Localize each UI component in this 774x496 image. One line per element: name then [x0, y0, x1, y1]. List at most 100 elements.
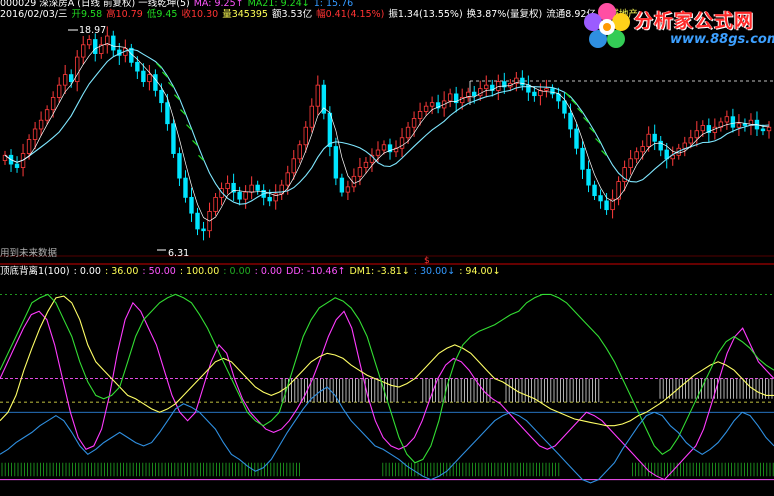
candle-body: [598, 195, 603, 202]
header-1-item-1: MA: 9.25↑: [193, 0, 244, 9]
candle-body: [62, 74, 68, 86]
candle-body: [68, 74, 74, 83]
candle-body: [171, 123, 176, 154]
candle-body: [81, 44, 86, 58]
candle-body: [225, 182, 230, 190]
candle-body: [652, 133, 657, 142]
signal-hatch: [565, 92, 571, 99]
indicator-header-item-1: : 0.00: [73, 266, 101, 277]
candle-body: [32, 128, 38, 140]
header-2-item-4: 收10.30: [181, 9, 219, 20]
candle-body: [562, 100, 567, 114]
candle-body: [153, 74, 158, 91]
candle-body: [345, 186, 351, 193]
candle-body: [736, 123, 742, 128]
candle-body: [574, 128, 579, 149]
candle-body: [700, 125, 706, 132]
indicator-header-item-2: : 36.00: [104, 266, 139, 277]
candle-body: [267, 196, 272, 202]
candle-body: [93, 39, 98, 54]
candle-body: [135, 61, 140, 72]
indicator-header-item-4: : 100.00: [179, 266, 220, 277]
candle-body: [640, 146, 645, 153]
future-data-note: 用到未来数据: [0, 248, 58, 259]
candle-body: [213, 196, 218, 212]
price-panel: [2, 26, 774, 241]
candle-body: [201, 228, 206, 232]
candle-body: [742, 123, 748, 126]
header-1-item-3: 1: 15.76: [313, 0, 354, 9]
header-2-item-6: 额3.53亿: [271, 9, 313, 20]
header-1-item-2: MA21: 9.24↓: [247, 0, 310, 9]
candle-body: [243, 191, 248, 200]
indicator-header-item-3: : 50.00: [142, 266, 176, 277]
candle-body: [303, 126, 308, 146]
candle-body: [26, 139, 32, 154]
candle-body: [195, 212, 200, 230]
candle-body: [87, 39, 92, 46]
candle-body: [550, 88, 555, 95]
header-2-item-8: 振1.34(13.55%): [388, 9, 463, 20]
indicator-header-item-8: DM1: -3.81↓: [349, 266, 410, 277]
candle-body: [399, 137, 405, 149]
signal-mark: $: [424, 256, 430, 266]
candle-body: [333, 146, 339, 179]
candle-body: [429, 102, 435, 107]
candle-body: [38, 119, 44, 130]
high-label: 18.97: [79, 25, 106, 36]
site-logo[interactable]: 分析家公式网 www.88gs.com: [578, 0, 774, 54]
header-line-1: 000029 深深房A (日线 前复权) 一线乾坤(5) MA: 9.25↑ MA2…: [0, 0, 357, 9]
candle-body: [159, 90, 164, 104]
candle-body: [586, 168, 591, 186]
candle-body: [447, 93, 453, 102]
candle-body: [291, 158, 296, 174]
candle-body: [177, 153, 182, 179]
candle-body: [592, 184, 597, 197]
candle-body: [183, 177, 188, 198]
candle-body: [682, 142, 687, 149]
candle-body: [694, 130, 700, 139]
indicator-header: 顶底背离1(100): 0.00: 36.00: 50.00: 100.00: …: [0, 266, 505, 277]
indicator-header-item-9: : 30.00↓: [413, 266, 456, 277]
candle-body: [411, 118, 417, 128]
candle-body: [309, 105, 315, 128]
high-annotation: 18.97: [68, 25, 106, 36]
candle-body: [520, 77, 525, 86]
candle-body: [357, 167, 363, 177]
header-2-item-7: 幅0.41(4.15%): [316, 9, 385, 20]
candle-body: [44, 109, 50, 121]
header-2-item-3: 低9.45: [146, 9, 178, 20]
candle-body: [111, 35, 116, 51]
indicator-header-item-5: : 0.00: [223, 266, 251, 277]
candle-body: [628, 158, 633, 168]
candle-body: [14, 163, 20, 168]
candle-body: [147, 74, 152, 83]
chart-canvas: 18.97 6.31 $: [0, 25, 774, 484]
candle-body: [658, 140, 663, 151]
candle-body: [249, 184, 254, 193]
indicator-header-item-10: : 94.00↓: [459, 266, 501, 277]
candle-body: [381, 144, 387, 151]
candle-body: [604, 200, 609, 211]
candle-body: [339, 177, 345, 193]
low-annotation: 6.31: [157, 248, 189, 259]
candle-body: [363, 161, 369, 168]
candle-body: [766, 126, 772, 132]
candle-body: [315, 84, 321, 107]
header-2-item-1: 开9.58: [71, 9, 103, 20]
candle-body: [423, 105, 429, 112]
candle-body: [417, 111, 423, 119]
logo-url: www.88gs.com: [670, 32, 774, 47]
candle-body: [544, 88, 549, 91]
candle-body: [327, 112, 333, 147]
indicator-header-item-6: : 0.00: [254, 266, 283, 277]
candle-body: [724, 116, 730, 123]
candle-body: [568, 112, 573, 130]
candle-body: [237, 191, 242, 200]
candle-body: [532, 91, 537, 97]
header-2-item-0: 2016/02/03/三: [0, 9, 68, 20]
candle-body: [730, 116, 736, 128]
candle-body: [141, 70, 146, 83]
logo-title: 分析家公式网: [634, 10, 755, 32]
candle-body: [375, 149, 381, 156]
